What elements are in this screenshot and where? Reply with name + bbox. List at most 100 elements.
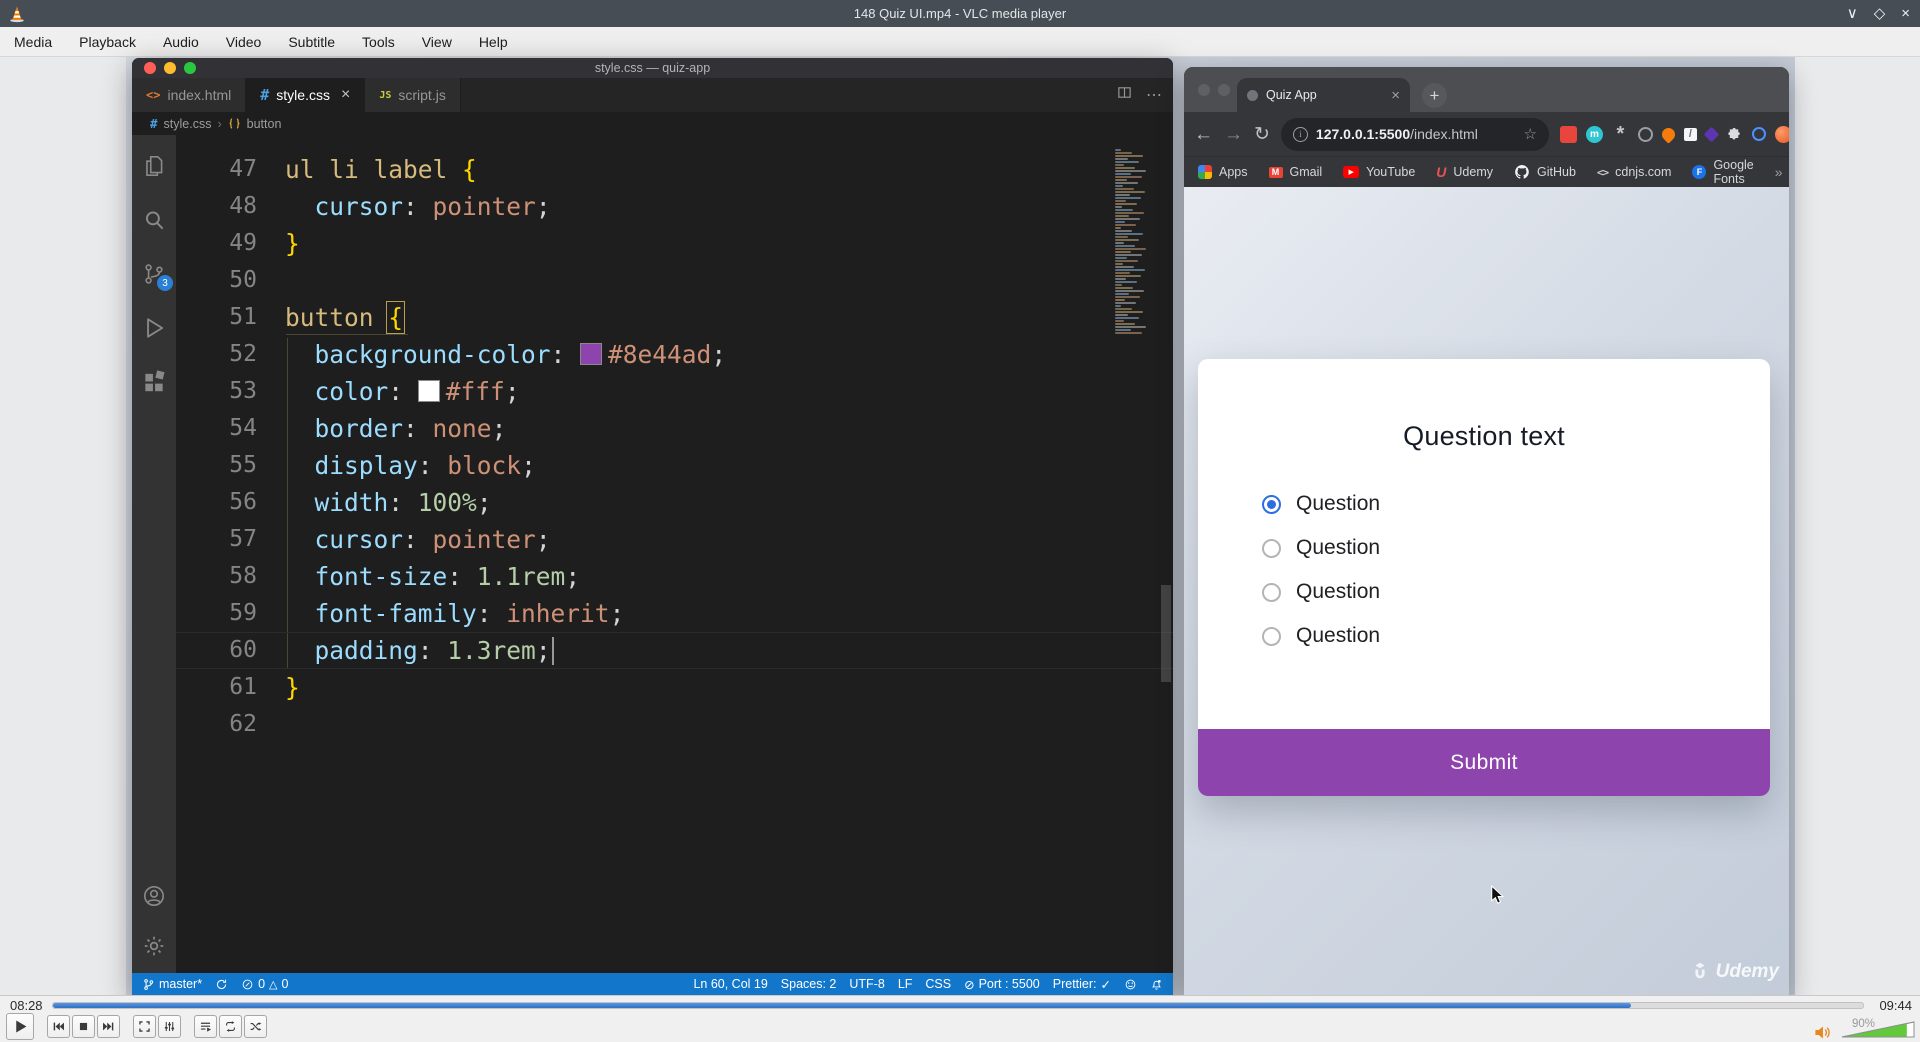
quiz-option-2[interactable]: Question <box>1262 536 1770 560</box>
activity-account-icon[interactable] <box>141 883 167 909</box>
puzzle-extension-icon[interactable] <box>1726 126 1743 143</box>
line-number[interactable]: 62 <box>176 706 276 743</box>
bookmarks-overflow-icon[interactable]: » <box>1775 164 1783 180</box>
status-indentation[interactable]: Spaces: 2 <box>781 977 837 991</box>
status-eol[interactable]: LF <box>898 977 913 991</box>
menu-audio[interactable]: Audio <box>163 34 199 50</box>
status-prettier[interactable]: Prettier: ✓ <box>1053 977 1111 992</box>
quiz-option-1[interactable]: Question <box>1262 492 1770 516</box>
code-line-61[interactable]: 61} <box>176 669 1173 706</box>
line-number[interactable]: 57 <box>176 521 276 558</box>
vlc-video-area[interactable]: style.css — quiz-app <> index.html # style.… <box>0 57 1920 995</box>
bookmark-udemy[interactable]: U Udemy <box>1436 164 1493 180</box>
quiz-option-4[interactable]: Question <box>1262 624 1770 648</box>
scrollbar-thumb[interactable] <box>1161 585 1171 682</box>
close-tab-icon[interactable]: × <box>341 86 350 104</box>
line-number[interactable]: 56 <box>176 484 276 521</box>
notifications-bell-icon[interactable] <box>1150 978 1163 991</box>
code-line-52[interactable]: 52 background-color: #8e44ad; <box>176 336 1173 373</box>
next-button[interactable] <box>97 1015 120 1038</box>
code-line-59[interactable]: 59 font-family: inherit; <box>176 595 1173 632</box>
code-line-56[interactable]: 56 width: 100%; <box>176 484 1173 521</box>
minimap[interactable] <box>1113 135 1159 973</box>
gray-rings-extension-icon[interactable] <box>1637 126 1653 142</box>
play-button[interactable] <box>6 1013 34 1040</box>
menu-tools[interactable]: Tools <box>362 34 395 50</box>
bookmark-github[interactable]: GitHub <box>1514 164 1576 180</box>
menu-help[interactable]: Help <box>479 34 508 50</box>
line-number[interactable]: 59 <box>176 595 276 632</box>
code-line-55[interactable]: 55 display: block; <box>176 447 1173 484</box>
maximize-icon[interactable]: ◇ <box>1874 6 1886 21</box>
equalizer-button[interactable] <box>158 1015 181 1038</box>
mac-minimize-icon[interactable] <box>164 62 176 74</box>
code-line-58[interactable]: 58 font-size: 1.1rem; <box>176 558 1173 595</box>
bookmark-star-icon[interactable]: ☆ <box>1523 125 1536 143</box>
code-line-54[interactable]: 54 border: none; <box>176 410 1173 447</box>
menu-media[interactable]: Media <box>14 34 52 50</box>
breadcrumb-file[interactable]: style.css <box>164 117 212 131</box>
white-pen-extension-icon[interactable]: / <box>1683 127 1697 141</box>
more-actions-icon[interactable]: ⋯ <box>1146 85 1163 105</box>
code-line-53[interactable]: 53 color: #fff; <box>176 373 1173 410</box>
activity-search-icon[interactable] <box>141 207 167 233</box>
bookmark-youtube[interactable]: ▶ YouTube <box>1343 165 1415 179</box>
close-tab-icon[interactable]: × <box>1391 87 1400 104</box>
bookmark-gmail[interactable]: M Gmail <box>1268 165 1322 179</box>
mac-close-icon[interactable] <box>1198 84 1210 96</box>
site-info-icon[interactable]: i <box>1292 126 1308 142</box>
code-line-57[interactable]: 57 cursor: pointer; <box>176 521 1173 558</box>
line-number[interactable]: 54 <box>176 410 276 447</box>
reload-icon[interactable]: ↻ <box>1254 125 1270 144</box>
editor-tab-index.html[interactable]: <> index.html <box>132 78 247 112</box>
radio-selected[interactable] <box>1262 494 1281 514</box>
radio-unselected[interactable] <box>1262 538 1281 558</box>
minimize-icon[interactable]: ∨ <box>1847 6 1858 21</box>
mac-zoom-icon[interactable] <box>184 62 196 74</box>
close-icon[interactable]: × <box>1901 6 1910 21</box>
split-editor-icon[interactable] <box>1117 85 1132 105</box>
browser-tab-quiz-app[interactable]: Quiz App × <box>1237 78 1410 112</box>
blue-ring-extension-icon[interactable] <box>1751 127 1766 141</box>
playlist-button[interactable] <box>194 1015 217 1038</box>
code-editor[interactable]: 47 ul li label {48 cursor: pointer; 49} 50 5… <box>176 135 1173 973</box>
menu-video[interactable]: Video <box>226 34 262 50</box>
code-line-62[interactable]: 62 <box>176 706 1173 743</box>
activity-explorer-icon[interactable] <box>141 153 167 179</box>
gray-flower-extension-icon[interactable]: * <box>1612 123 1629 145</box>
code-line-49[interactable]: 49} <box>176 225 1173 262</box>
red-chart-extension-icon[interactable] <box>1559 125 1577 143</box>
radio-unselected[interactable] <box>1262 626 1281 646</box>
submit-button[interactable]: Submit <box>1198 729 1770 796</box>
bookmark-google-fonts[interactable]: F Google Fonts <box>1692 158 1754 186</box>
previous-button[interactable] <box>47 1015 70 1038</box>
editor-scrollbar[interactable] <box>1159 135 1173 973</box>
menu-view[interactable]: View <box>422 34 452 50</box>
fullscreen-button[interactable] <box>133 1015 156 1038</box>
status-encoding[interactable]: UTF-8 <box>849 977 884 991</box>
teal-m-extension-icon[interactable]: m <box>1585 125 1603 143</box>
line-number[interactable]: 50 <box>176 262 276 299</box>
line-number[interactable]: 47 <box>176 151 276 188</box>
new-tab-button[interactable]: + <box>1422 83 1447 108</box>
address-bar[interactable]: i 127.0.0.1:5500/index.html ☆ <box>1280 117 1549 151</box>
git-branch-status[interactable]: master* <box>142 977 202 991</box>
orange-drop-extension-icon[interactable] <box>1659 124 1678 144</box>
code-line-48[interactable]: 48 cursor: pointer; <box>176 188 1173 225</box>
sync-changes-button[interactable] <box>215 978 228 991</box>
code-line-60[interactable]: 60 padding: 1.3rem; <box>176 632 1173 669</box>
line-number[interactable]: 61 <box>176 669 276 706</box>
bookmark-cdnjs-com[interactable]: <> cdnjs.com <box>1597 165 1672 179</box>
line-number[interactable]: 52 <box>176 336 276 373</box>
code-line-51[interactable]: 51 button { <box>176 299 1173 336</box>
purple-diamond-extension-icon[interactable] <box>1703 126 1720 142</box>
mac-close-icon[interactable] <box>144 62 156 74</box>
activity-run-debug-icon[interactable] <box>141 315 167 341</box>
line-number[interactable]: 49 <box>176 225 276 262</box>
menu-playback[interactable]: Playback <box>79 34 136 50</box>
seek-bar[interactable] <box>52 1002 1864 1009</box>
activity-settings-icon[interactable] <box>141 933 167 959</box>
mac-minimize-icon[interactable] <box>1218 84 1230 96</box>
line-number[interactable]: 53 <box>176 373 276 410</box>
editor-tab-style.css[interactable]: # style.css × <box>246 78 366 112</box>
